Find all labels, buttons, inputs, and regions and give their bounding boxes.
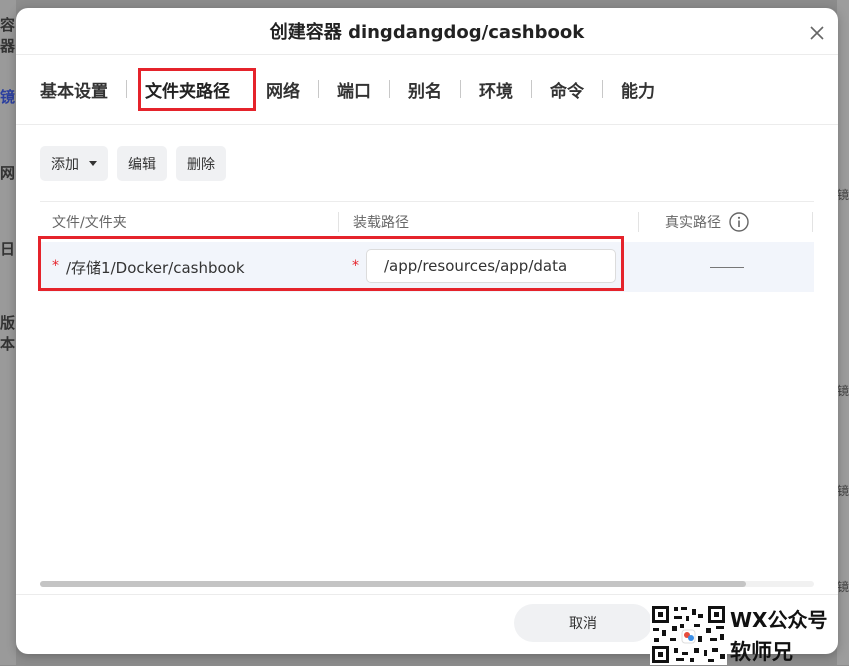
column-separator	[338, 212, 339, 232]
bg-text: 镜	[836, 384, 849, 398]
column-separator	[638, 212, 639, 232]
background-app-left: 容器 镜 网 日 版本	[0, 0, 16, 665]
column-separator	[812, 212, 813, 232]
bg-text: 镜	[836, 188, 849, 202]
close-icon	[810, 26, 824, 40]
watermark-line2: 软师兄	[730, 640, 793, 664]
info-icon[interactable]	[729, 212, 749, 232]
tab-ports[interactable]: 端口	[319, 77, 389, 102]
watermark-line1: WX公众号	[730, 608, 828, 632]
tab-aliases[interactable]: 别名	[390, 77, 460, 102]
tab-basic-settings[interactable]: 基本设置	[40, 77, 126, 102]
background-app-right: 镜 镜 镜 镜	[837, 0, 849, 665]
delete-button[interactable]: 删除	[176, 146, 226, 181]
watermark: WX公众号 软师兄	[650, 604, 849, 665]
tab-command[interactable]: 命令	[532, 77, 602, 102]
toolbar: 添加 编辑 删除	[40, 146, 226, 181]
tab-highlight-box	[138, 68, 256, 111]
row-highlight-box	[38, 236, 624, 291]
create-container-dialog: 创建容器 dingdangdog/cashbook 基本设置 文件夹路径 网络 …	[16, 8, 838, 654]
tabs-divider	[16, 124, 838, 125]
tab-bar: 基本设置 文件夹路径 网络 端口 别名 环境 命令 能力	[40, 74, 673, 111]
column-header-real-path-label: 真实路径	[665, 215, 721, 231]
footer-divider	[16, 594, 838, 595]
add-button[interactable]: 添加	[40, 146, 108, 181]
bg-text: 容器	[0, 16, 16, 55]
column-header-real-path: 真实路径	[665, 202, 749, 242]
bg-text: 版本	[0, 314, 16, 353]
dialog-title: 创建容器 dingdangdog/cashbook	[269, 22, 585, 43]
caret-down-icon	[89, 161, 97, 166]
add-button-label: 添加	[51, 156, 79, 173]
scrollbar-thumb[interactable]	[40, 581, 746, 587]
bg-text: 网	[0, 164, 16, 182]
bg-text: 日	[0, 240, 16, 258]
tab-capabilities[interactable]: 能力	[603, 77, 673, 102]
bg-text: 镜	[0, 88, 16, 106]
bg-text: 镜	[836, 484, 849, 498]
horizontal-scrollbar[interactable]	[40, 581, 814, 587]
bg-text: 镜	[836, 580, 849, 594]
tab-network[interactable]: 网络	[248, 77, 318, 102]
tab-environment[interactable]: 环境	[461, 77, 531, 102]
title-divider	[16, 54, 838, 55]
close-button[interactable]	[806, 22, 828, 44]
cancel-button[interactable]: 取消	[514, 604, 652, 642]
edit-button[interactable]: 编辑	[117, 146, 167, 181]
qr-code-icon	[650, 604, 727, 665]
real-path-value	[710, 267, 744, 268]
